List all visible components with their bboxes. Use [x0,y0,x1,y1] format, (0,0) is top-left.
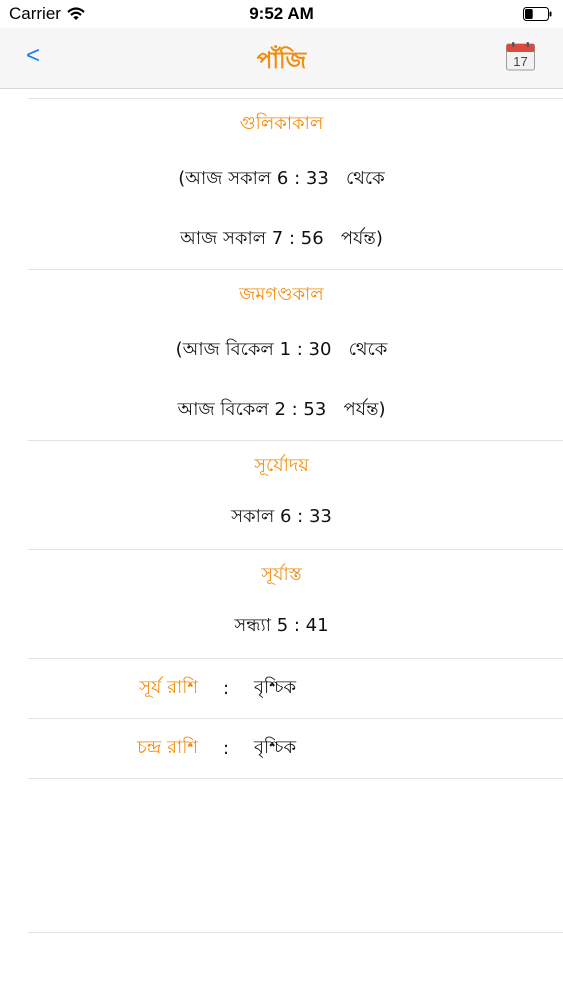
section-sunset: সূর্যাস্ত সন্ধ্যা 5 : 41 [28,550,563,659]
section-line: সন্ধ্যা 5 : 41 [234,615,329,636]
section-title: জমগণ্ডকাল [239,284,324,305]
status-bar: Carrier 9:52 AM [0,0,563,28]
navigation-bar: < পাঁজি 17 [0,28,563,89]
rashi-value: বৃশ্চিক [254,737,297,758]
rashi-label: চন্দ্র রাশি [137,737,198,758]
rashi-separator: : [222,678,230,699]
section-gulika-kal: গুলিকাকাল (আজ সকাল 6 : 33 থেকে আজ সকাল 7… [28,99,563,270]
divider [28,932,563,933]
rashi-label: সূর্য রাশি [139,677,198,698]
section-title: গুলিকাকাল [239,113,324,134]
section-line: (আজ সকাল 6 : 33 থেকে [178,168,385,189]
section-title: সূর্যাস্ত [261,564,302,585]
rashi-value: বৃশ্চিক [254,677,297,698]
sun-rashi-row: সূর্য রাশি : বৃশ্চিক [28,659,563,719]
section-line: আজ বিকেল 2 : 53 পর্যন্ত) [177,399,386,420]
calendar-icon: 17 [506,42,535,71]
calendar-button[interactable]: 17 [506,42,535,71]
divider [28,89,563,99]
moon-rashi-row: চন্দ্র রাশি : বৃশ্চিক [28,719,563,779]
panji-content: গুলিকাকাল (আজ সকাল 6 : 33 থেকে আজ সকাল 7… [0,89,563,779]
battery-icon [523,6,553,26]
calendar-day: 17 [513,54,527,69]
section-line: আজ সকাল 7 : 56 পর্যন্ত) [180,228,383,249]
section-yamaganda-kal: জমগণ্ডকাল (আজ বিকেল 1 : 30 থেকে আজ বিকেল… [28,270,563,441]
section-sunrise: সূর্যোদয় সকাল 6 : 33 [28,441,563,550]
status-time: 9:52 AM [249,4,314,23]
section-line: সকাল 6 : 33 [231,506,332,527]
section-line: (আজ বিকেল 1 : 30 থেকে [175,339,388,360]
page-title: পাঁজি [256,48,307,74]
rashi-separator: : [222,738,230,759]
section-title: সূর্যোদয় [254,455,309,476]
